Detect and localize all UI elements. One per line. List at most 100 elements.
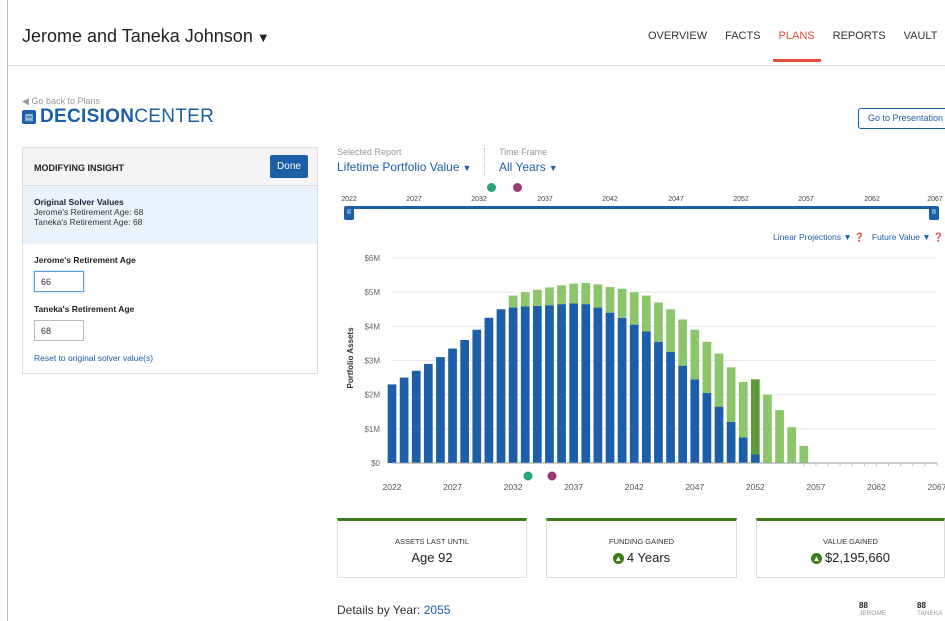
bar-base[interactable]: [702, 392, 712, 463]
bar-base[interactable]: [750, 454, 760, 463]
retirement-marker-icon[interactable]: [523, 471, 533, 481]
client-selector[interactable]: Jerome and Taneka Johnson ▼: [22, 26, 270, 47]
x-tick-label: 2022: [383, 482, 402, 492]
retirement-marker-icon[interactable]: [513, 183, 522, 192]
x-tick-label: 2047: [685, 482, 704, 492]
bar-base[interactable]: [411, 370, 421, 463]
x-tick-label: 2062: [867, 482, 886, 492]
bar-base[interactable]: [654, 341, 663, 463]
timeline-slider[interactable]: 2022 2027 2032 2037 2042 2047 2052 2057 …: [337, 180, 945, 224]
bar-base[interactable]: [460, 340, 470, 463]
bar-base[interactable]: [593, 307, 603, 463]
bar-gain[interactable]: [532, 289, 542, 306]
arrow-up-icon: ▲: [810, 553, 822, 564]
nav-overview[interactable]: OVERVIEW: [648, 30, 707, 44]
main-nav: OVERVIEW FACTS PLANS REPORTS VAULT ● ❓: [648, 30, 945, 62]
bar-gain[interactable]: [545, 287, 554, 306]
bar-base[interactable]: [508, 307, 518, 463]
bar-base[interactable]: [520, 306, 530, 463]
card-title: FUNDING GAINED: [608, 537, 674, 546]
bar-base[interactable]: [557, 304, 566, 463]
bar-gain[interactable]: [738, 382, 748, 438]
client-name: Jerome and Taneka Johnson: [22, 26, 253, 46]
bar-base[interactable]: [678, 365, 688, 463]
timeline-end-handle[interactable]: II: [929, 206, 939, 220]
bar-gain[interactable]: [726, 367, 736, 422]
bar-gain[interactable]: [702, 341, 712, 393]
future-value-dropdown[interactable]: Future Value ▼: [872, 232, 931, 242]
logo-text: DECISIONCENTER: [40, 106, 215, 127]
help-icon[interactable]: ❓: [933, 232, 944, 242]
bar-gain[interactable]: [629, 292, 639, 325]
bar-gain[interactable]: [666, 309, 675, 352]
bar-base[interactable]: [436, 357, 445, 463]
bar-gain[interactable]: [641, 295, 651, 332]
bar-base[interactable]: [714, 406, 724, 463]
caret-down-icon: ▼: [462, 163, 472, 173]
arrow-up-icon: ▲: [612, 553, 624, 564]
details-year[interactable]: 2055: [424, 603, 451, 617]
help-icon[interactable]: ❓: [854, 232, 865, 242]
taneka-age-input[interactable]: [34, 320, 84, 341]
go-to-presentation-button[interactable]: Go to Presentation: [858, 108, 945, 129]
bar-gain[interactable]: [714, 353, 724, 407]
bar-gain[interactable]: [690, 329, 700, 380]
time-frame-value: All Years: [499, 160, 546, 174]
bar-base[interactable]: [581, 304, 591, 463]
bar-base[interactable]: [448, 348, 457, 463]
nav-reports[interactable]: REPORTS: [833, 30, 886, 44]
details-by-year: Details by Year: 2055: [337, 603, 451, 617]
bar-base[interactable]: [738, 437, 748, 463]
timeline-start-handle[interactable]: II: [344, 206, 354, 220]
bar-base[interactable]: [605, 312, 615, 463]
bar-base[interactable]: [569, 303, 579, 463]
bar-base[interactable]: [641, 331, 651, 463]
bar-base[interactable]: [617, 317, 627, 463]
nav-vault[interactable]: VAULT: [904, 30, 938, 44]
nav-facts[interactable]: FACTS: [725, 30, 760, 44]
bar-gain[interactable]: [557, 285, 566, 305]
bar-gain[interactable]: [593, 284, 603, 308]
reset-solver-values-link[interactable]: Reset to original solver value(s): [34, 353, 306, 363]
retirement-marker-icon[interactable]: [547, 471, 557, 481]
bar-gain[interactable]: [787, 427, 797, 463]
bar-base[interactable]: [666, 351, 675, 463]
x-tick-label: 2057: [806, 482, 825, 492]
bar-gain[interactable]: [799, 445, 809, 463]
timeline-year: 2067: [927, 196, 943, 203]
bar-gain[interactable]: [654, 302, 663, 342]
bar-gain[interactable]: [617, 288, 627, 318]
time-frame-selector[interactable]: Time Frame All Years ▼: [499, 147, 558, 174]
bar-base[interactable]: [423, 363, 433, 463]
original-title: Original Solver Values: [34, 197, 124, 207]
bar-gain[interactable]: [750, 379, 760, 455]
bar-gain[interactable]: [520, 292, 530, 307]
report-selector[interactable]: Selected Report Lifetime Portfolio Value…: [337, 147, 471, 174]
bar-base[interactable]: [484, 317, 494, 463]
retirement-marker-icon[interactable]: [487, 183, 496, 192]
card-value: $2,195,660: [824, 550, 891, 565]
bar-base[interactable]: [690, 379, 700, 463]
nav-plans[interactable]: PLANS: [772, 30, 821, 62]
bar-base[interactable]: [629, 324, 639, 463]
jerome-age-input[interactable]: [34, 271, 84, 292]
bar-base[interactable]: [399, 377, 409, 463]
bar-gain[interactable]: [605, 287, 615, 313]
bar-gain[interactable]: [763, 394, 772, 463]
linear-projections-dropdown[interactable]: Linear Projections ▼: [773, 232, 852, 242]
bar-base[interactable]: [545, 305, 554, 463]
bar-base[interactable]: [496, 309, 506, 463]
bar-gain[interactable]: [581, 282, 591, 305]
bar-gain[interactable]: [678, 319, 688, 366]
bar-base[interactable]: [726, 422, 736, 463]
done-button[interactable]: Done: [270, 155, 308, 178]
bar-gain[interactable]: [569, 283, 579, 304]
original-line: Taneka's Retirement Age: 68: [34, 217, 143, 227]
y-tick-label: $6M: [364, 254, 380, 263]
bar-base[interactable]: [387, 384, 397, 463]
bar-base[interactable]: [472, 329, 482, 463]
bar-gain[interactable]: [775, 410, 784, 463]
y-axis-label: Portfolio Assets: [346, 327, 355, 389]
bar-base[interactable]: [532, 305, 542, 463]
bar-gain[interactable]: [508, 295, 518, 308]
